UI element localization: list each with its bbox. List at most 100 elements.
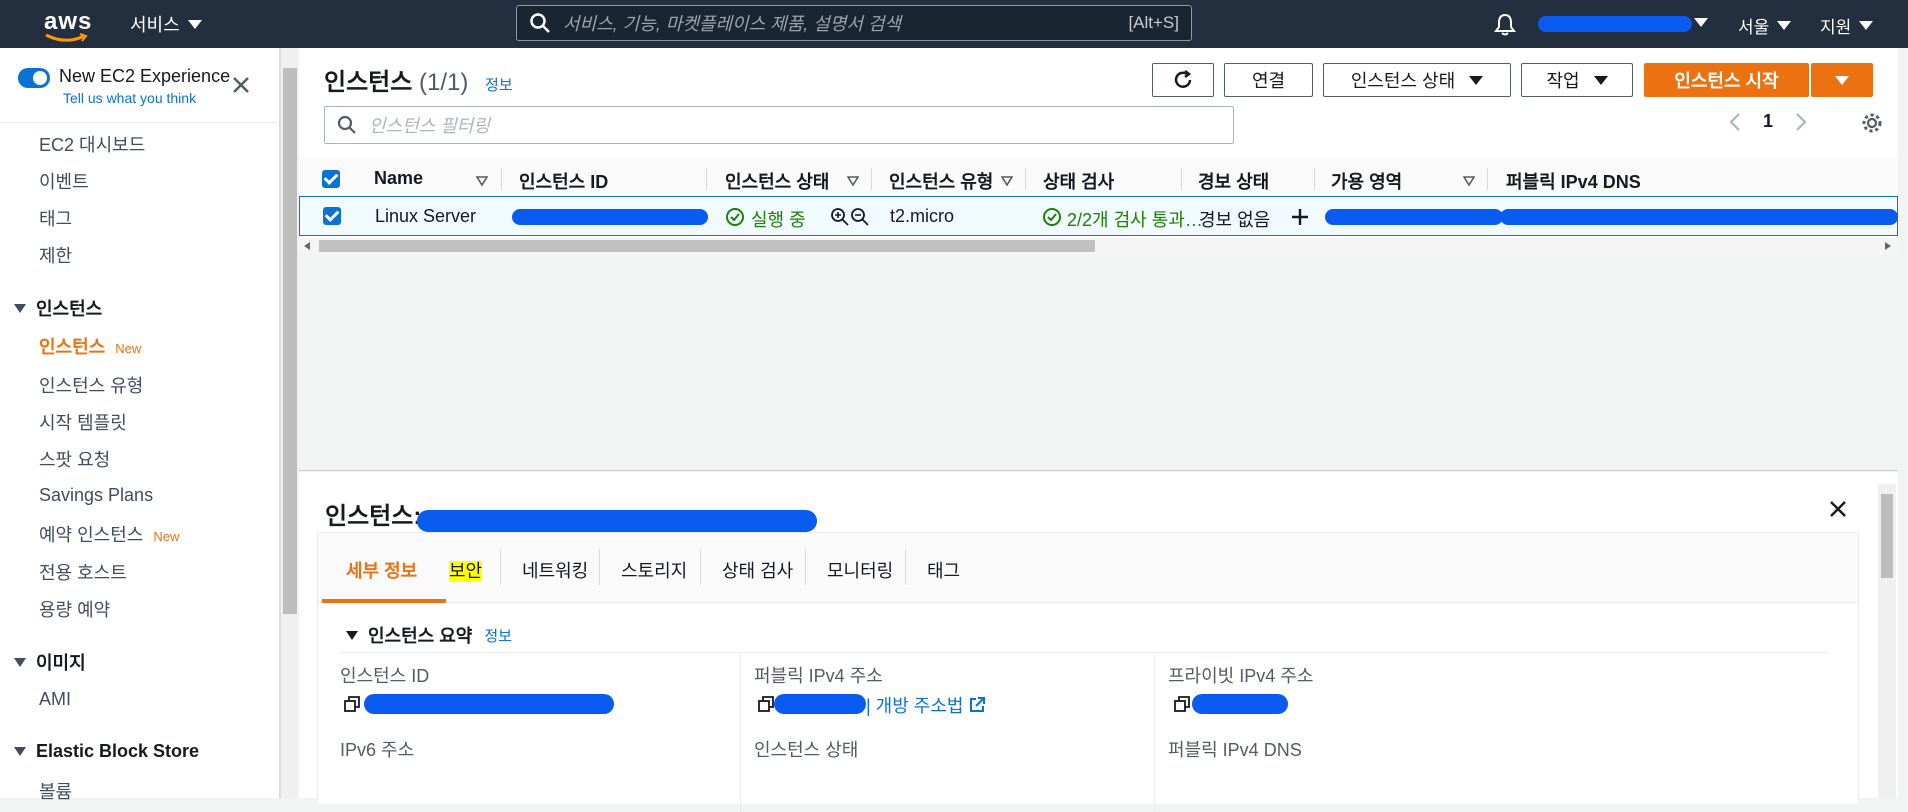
sidebar-scrollbar[interactable] [280,48,298,798]
sort-icon[interactable] [476,176,488,186]
split-divider[interactable] [299,470,1898,471]
instance-filter-input[interactable]: 인스턴스 필터링 [324,106,1234,144]
account-chevron-down-icon[interactable] [1694,18,1708,27]
sidebar-item-instances[interactable]: 인스턴스 New [39,333,141,359]
chevron-right-icon[interactable] [1795,112,1807,132]
instance-state-label: 인스턴스 상태 [754,740,859,760]
account-name-redacted[interactable] [1538,16,1692,32]
sidebar-section-images[interactable]: 이미지 [14,649,86,675]
tab-status-checks[interactable]: 상태 검사 [722,557,793,583]
search-shortcut: [Alt+S] [1128,13,1179,32]
zoom-out-icon[interactable] [850,207,870,227]
new-badge: New [115,341,142,356]
sidebar-item-spot-requests[interactable]: 스팟 요청 [39,446,110,472]
detail-scrollbar[interactable] [1878,484,1896,798]
tab-storage[interactable]: 스토리지 [621,557,687,583]
global-search[interactable]: 서비스, 기능, 마켓플레이스 제품, 설명서 검색 [Alt+S] [516,5,1192,41]
sidebar-item-limits[interactable]: 제한 [39,242,72,268]
column-divider [1314,168,1315,190]
launch-dropdown-button[interactable] [1811,63,1873,97]
info-link[interactable]: 정보 [484,625,512,646]
instance-summary-header[interactable]: 인스턴스 요약 정보 [346,622,512,648]
table-horizontal-scrollbar[interactable] [299,238,1898,254]
page-title: 인스턴스 (1/1) 정보 [324,62,513,97]
gear-icon[interactable] [1861,112,1883,134]
copy-icon[interactable] [344,696,360,712]
sidebar-item-events[interactable]: 이벤트 [39,168,89,194]
table-header: Name 인스턴스 ID 인스턴스 상태 인스턴스 유형 상태 검사 경보 상태… [299,158,1898,198]
tab-bar: 세부 정보 보안 네트워킹 스토리지 상태 검사 모니터링 태그 [318,533,1858,603]
close-icon[interactable] [1829,500,1847,518]
current-page[interactable]: 1 [1763,111,1773,132]
sidebar-item-tags[interactable]: 태그 [39,205,72,231]
connect-button[interactable]: 연결 [1224,63,1313,97]
zoom-in-icon[interactable] [830,207,850,227]
tab-networking[interactable]: 네트워킹 [522,557,588,583]
tab-tags[interactable]: 태그 [927,557,960,583]
table-row[interactable]: Linux Server 실행 중 t2.micro 2/2개 검사 통과… 경… [299,196,1898,236]
instances-panel: 인스턴스 (1/1) 정보 연결 인스턴스 상태 작업 인스턴스 시작 인스턴스… [299,48,1898,470]
actions-button[interactable]: 작업 [1521,63,1633,97]
sidebar-item-ec2-dashboard[interactable]: EC2 대시보드 [39,131,145,157]
services-menu[interactable]: 서비스 [130,11,202,37]
column-availability-zone[interactable]: 가용 영역 [1331,168,1402,194]
region-menu[interactable]: 서울 [1738,13,1792,38]
scrollbar-thumb[interactable] [283,68,297,614]
support-menu[interactable]: 지원 [1820,13,1874,38]
close-icon[interactable] [232,76,250,94]
new-experience-toggle[interactable] [18,68,50,88]
open-address-link[interactable]: | 개방 주소법 [866,692,986,718]
feedback-link[interactable]: Tell us what you think [63,90,196,106]
sidebar-item-volumes[interactable]: 볼륨 [39,778,72,804]
launch-instances-button[interactable]: 인스턴스 시작 [1644,63,1809,97]
refresh-button[interactable] [1152,63,1214,97]
column-instance-state[interactable]: 인스턴스 상태 [725,168,829,194]
instance-state-button[interactable]: 인스턴스 상태 [1323,63,1511,97]
copy-icon[interactable] [758,696,774,712]
scroll-left-icon[interactable] [304,242,310,250]
caret-down-icon [14,303,26,313]
row-checkbox[interactable] [323,207,341,225]
column-divider [706,168,707,190]
sort-icon[interactable] [1463,176,1475,186]
ipv6-label: IPv6 주소 [340,740,415,760]
scroll-right-icon[interactable] [1885,242,1891,250]
column-public-dns[interactable]: 퍼블릭 IPv4 DNS [1506,168,1641,194]
column-instance-id[interactable]: 인스턴스 ID [519,168,608,194]
active-tab-indicator [322,599,446,603]
tab-divider [905,549,906,585]
column-divider [1487,168,1488,190]
sidebar-item-capacity-reservations[interactable]: 용량 예약 [39,596,110,622]
info-link[interactable]: 정보 [485,77,513,94]
tab-divider [599,549,600,585]
sort-icon[interactable] [1001,176,1013,186]
bell-icon[interactable] [1494,12,1516,36]
column-name[interactable]: Name [374,168,423,189]
column-instance-type[interactable]: 인스턴스 유형 [889,168,993,194]
scrollbar-thumb[interactable] [319,240,1095,252]
sidebar-item-launch-templates[interactable]: 시작 템플릿 [39,409,127,435]
copy-icon[interactable] [1174,696,1190,712]
tab-monitoring[interactable]: 모니터링 [827,557,893,583]
column-divider [1025,168,1026,190]
chevron-left-icon[interactable] [1729,112,1741,132]
column-status-check[interactable]: 상태 검사 [1043,168,1114,194]
sidebar-section-ebs[interactable]: Elastic Block Store [14,741,199,762]
check-circle-icon [1043,208,1061,226]
sidebar-item-savings-plans[interactable]: Savings Plans [39,485,153,506]
select-all-checkbox[interactable] [322,170,340,188]
sidebar-item-instance-types[interactable]: 인스턴스 유형 [39,372,143,398]
add-alarm-icon[interactable] [1290,207,1310,227]
column-alarm-status[interactable]: 경보 상태 [1198,168,1269,194]
column-divider [740,652,741,812]
tab-details[interactable]: 세부 정보 [346,557,417,583]
sort-icon[interactable] [847,176,859,186]
sidebar-section-instances[interactable]: 인스턴스 [14,295,102,321]
instance-id-redacted[interactable] [512,209,708,225]
sidebar-item-ami[interactable]: AMI [39,689,71,710]
scrollbar-thumb[interactable] [1881,494,1893,578]
tab-security[interactable]: 보안 [449,557,483,583]
sidebar-item-reserved-instances[interactable]: 예약 인스턴스 New [39,521,179,547]
aws-logo[interactable]: aws [44,8,92,36]
sidebar-item-dedicated-hosts[interactable]: 전용 호스트 [39,559,127,585]
